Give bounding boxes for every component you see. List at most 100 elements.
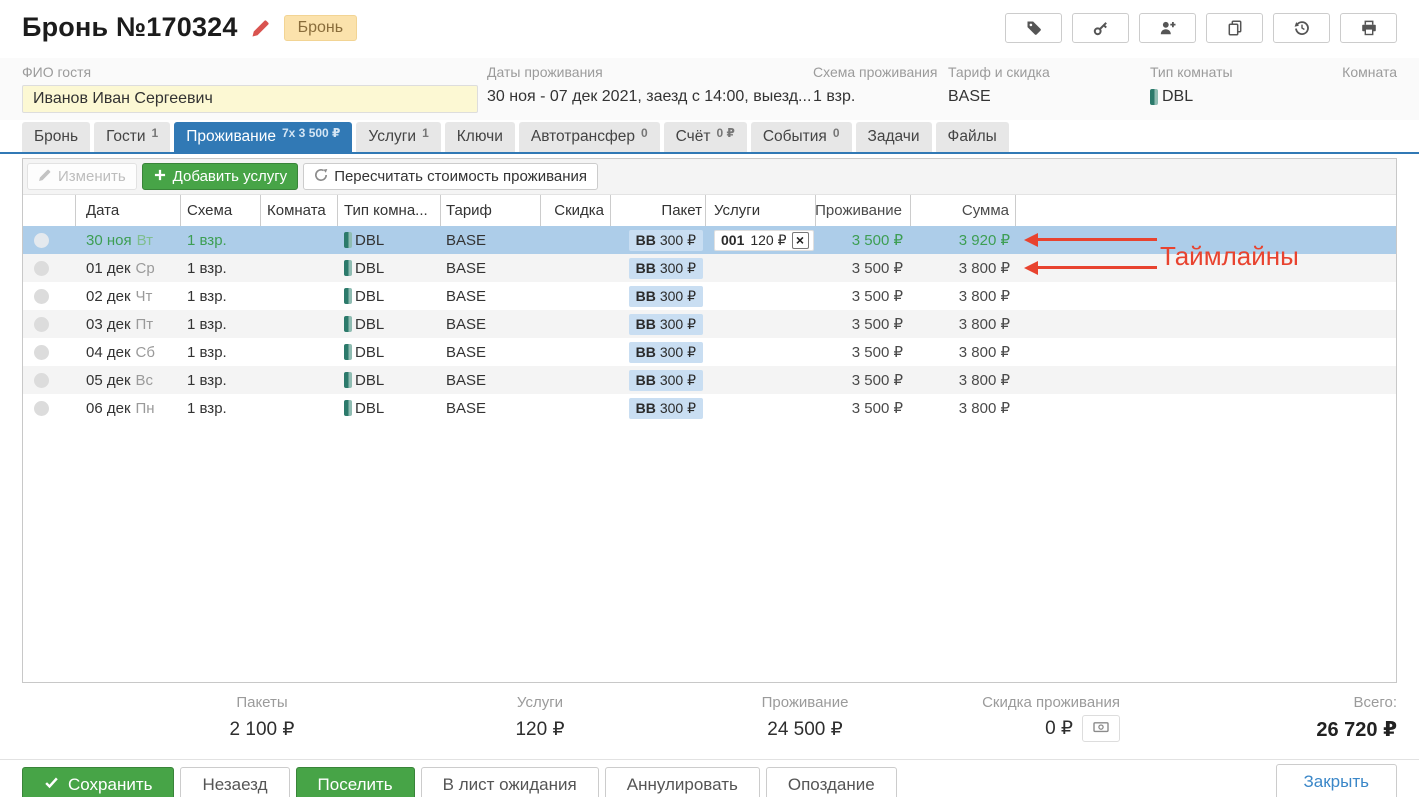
header-toolbar — [1005, 13, 1397, 43]
room-type-value: DBL — [1150, 88, 1233, 106]
tab-guests[interactable]: Гости1 — [94, 122, 170, 152]
tab-bron[interactable]: Бронь — [22, 122, 90, 152]
money-icon — [1093, 719, 1109, 738]
tariff-field: Тариф и скидка BASE — [948, 64, 1050, 106]
tab-tasks[interactable]: Задачи — [856, 122, 932, 152]
package-badge[interactable]: BB300 ₽ — [629, 258, 703, 279]
radio-circle-icon — [34, 233, 49, 248]
edit-title-button[interactable] — [251, 18, 271, 38]
radio-circle-icon — [34, 373, 49, 388]
close-button[interactable]: Закрыть — [1276, 764, 1397, 797]
scheme-cell: 1 взр. — [181, 282, 261, 310]
button-label: Сохранить — [68, 775, 152, 795]
print-button[interactable] — [1340, 13, 1397, 43]
scheme-cell: 1 взр. — [181, 226, 261, 254]
check-in-button[interactable]: Поселить — [296, 767, 415, 797]
tariff-cell: BASE — [441, 254, 541, 282]
plus-icon — [153, 168, 167, 186]
row-select-radio[interactable] — [23, 394, 76, 422]
late-button[interactable]: Опоздание — [766, 767, 897, 797]
services-cell: 001120 ₽ — [706, 226, 816, 254]
room-cell — [261, 310, 338, 338]
save-button[interactable]: Сохранить — [22, 767, 174, 797]
history-button[interactable] — [1273, 13, 1330, 43]
room-cell — [261, 226, 338, 254]
key-button[interactable] — [1072, 13, 1129, 43]
column-header — [1016, 195, 1396, 226]
filler-cell — [1016, 366, 1396, 394]
row-select-radio[interactable] — [23, 338, 76, 366]
room-type-field: Тип комнаты DBL — [1150, 64, 1233, 106]
day-of-week: Вт — [137, 232, 153, 249]
button-label: В лист ожидания — [443, 775, 577, 795]
tab-events[interactable]: События0 — [751, 122, 852, 152]
tab-services[interactable]: Услуги1 — [356, 122, 440, 152]
no-show-button[interactable]: Незаезд — [180, 767, 289, 797]
stay-price-cell: 3 500 ₽ — [816, 310, 911, 338]
edit-button[interactable]: Изменить — [27, 163, 137, 190]
service-badge[interactable]: 001120 ₽ — [714, 230, 814, 251]
row-select-radio[interactable] — [23, 254, 76, 282]
row-select-radio[interactable] — [23, 282, 76, 310]
stay-price-cell: 3 500 ₽ — [816, 254, 911, 282]
summary-total: Всего: 26 720 ₽ — [1316, 694, 1397, 742]
column-header: Дата — [76, 195, 181, 226]
package-badge[interactable]: BB300 ₽ — [629, 286, 703, 307]
table-row[interactable]: 06 декПн1 взр.DBLBASEBB300 ₽3 500 ₽3 800… — [23, 394, 1396, 422]
tag-button[interactable] — [1005, 13, 1062, 43]
guest-name-input[interactable] — [22, 85, 478, 113]
recalculate-button[interactable]: Пересчитать стоимость проживания — [303, 163, 598, 190]
copy-button[interactable] — [1206, 13, 1263, 43]
package-badge[interactable]: BB300 ₽ — [629, 230, 703, 251]
tab-files[interactable]: Файлы — [936, 122, 1009, 152]
table-row[interactable]: 04 декСб1 взр.DBLBASEBB300 ₽3 500 ₽3 800… — [23, 338, 1396, 366]
date-cell: 30 нояВт — [76, 226, 181, 254]
column-header: Схема — [181, 195, 261, 226]
remove-service-button[interactable] — [792, 232, 809, 249]
room-type-cell: DBL — [338, 394, 441, 422]
button-label: Опоздание — [788, 775, 875, 795]
summary-stay: Проживание 24 500 ₽ — [762, 694, 849, 741]
row-select-radio[interactable] — [23, 310, 76, 338]
room-cell — [261, 338, 338, 366]
waitlist-button[interactable]: В лист ожидания — [421, 767, 599, 797]
package-badge[interactable]: BB300 ₽ — [629, 370, 703, 391]
discount-cell — [541, 338, 611, 366]
day-of-week: Пт — [136, 316, 154, 333]
table-row[interactable]: 02 декЧт1 взр.DBLBASEBB300 ₽3 500 ₽3 800… — [23, 282, 1396, 310]
stay-price-cell: 3 500 ₽ — [816, 226, 911, 254]
tab-stay[interactable]: Проживание7x 3 500 ₽ — [174, 122, 352, 152]
pencil-icon — [251, 25, 271, 42]
add-guest-button[interactable] — [1139, 13, 1196, 43]
check-icon — [44, 775, 59, 795]
discount-money-button[interactable] — [1082, 715, 1120, 742]
discount-cell — [541, 310, 611, 338]
package-cell: BB300 ₽ — [611, 394, 706, 422]
row-select-radio[interactable] — [23, 226, 76, 254]
package-badge[interactable]: BB300 ₽ — [629, 342, 703, 363]
row-select-radio[interactable] — [23, 366, 76, 394]
pencil-icon — [38, 168, 52, 186]
summary-services: Услуги 120 ₽ — [515, 694, 564, 741]
sum-cell: 3 800 ₽ — [911, 338, 1016, 366]
summary-discount: Скидка проживания 0 ₽ — [920, 694, 1120, 742]
package-badge[interactable]: BB300 ₽ — [629, 314, 703, 335]
table-row[interactable]: 05 декВс1 взр.DBLBASEBB300 ₽3 500 ₽3 800… — [23, 366, 1396, 394]
tab-keys[interactable]: Ключи — [445, 122, 515, 152]
tab-transfer[interactable]: Автотрансфер0 — [519, 122, 660, 152]
day-of-week: Пн — [136, 400, 155, 417]
tab-bar: БроньГости1Проживание7x 3 500 ₽Услуги1Кл… — [22, 122, 1009, 152]
tab-label: События — [763, 128, 827, 146]
add-service-button[interactable]: Добавить услугу — [142, 163, 299, 190]
annotation-arrow-2 — [1037, 266, 1157, 269]
tab-invoice[interactable]: Счёт0 ₽ — [664, 122, 747, 152]
cancel-button[interactable]: Аннулировать — [605, 767, 760, 797]
print-icon — [1361, 20, 1377, 36]
tariff-cell: BASE — [441, 226, 541, 254]
table-row[interactable]: 03 декПт1 взр.DBLBASEBB300 ₽3 500 ₽3 800… — [23, 310, 1396, 338]
package-badge[interactable]: BB300 ₽ — [629, 398, 703, 419]
room-type-icon — [344, 260, 352, 276]
scheme-cell: 1 взр. — [181, 254, 261, 282]
button-label: Поселить — [318, 775, 393, 795]
stay-dates-field: Даты проживания 30 ноя - 07 дек 2021, за… — [487, 64, 811, 106]
